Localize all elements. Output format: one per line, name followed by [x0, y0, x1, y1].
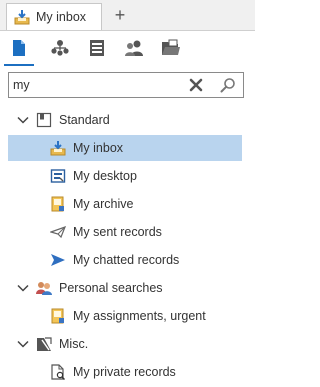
standard-folder-icon — [36, 112, 52, 128]
document-view-button[interactable] — [4, 37, 34, 66]
chevron-down-icon[interactable] — [17, 282, 29, 294]
tree-item-my-assignments-urgent[interactable]: My assignments, urgent — [0, 303, 255, 329]
tree-group-standard[interactable]: Standard — [0, 107, 255, 133]
chat-arrow-icon — [51, 254, 65, 266]
tree-item-my-desktop[interactable]: My desktop — [0, 163, 255, 189]
tab-label: My inbox — [36, 10, 87, 24]
tree-item-my-sent-records[interactable]: My sent records — [0, 219, 255, 245]
folder-icon — [162, 39, 180, 55]
tree-item-label: My assignments, urgent — [73, 309, 206, 323]
tree-item-my-archive[interactable]: My archive — [0, 191, 255, 217]
chevron-down-icon[interactable] — [17, 114, 29, 126]
org-chart-icon — [51, 40, 69, 56]
tree-item-label: My chatted records — [73, 253, 180, 267]
tree-group-label: Misc. — [59, 337, 89, 351]
search-field — [8, 72, 244, 98]
tree-item-label: My sent records — [73, 225, 162, 239]
tab-bar: My inbox + — [0, 0, 255, 31]
personal-searches-icon — [36, 282, 52, 295]
tree-group-personal-searches[interactable]: Personal searches — [0, 275, 255, 301]
close-icon[interactable] — [189, 78, 203, 92]
list-view-button[interactable] — [86, 37, 108, 59]
selection-highlight — [8, 135, 242, 161]
chevron-down-icon[interactable] — [17, 338, 29, 350]
search-input[interactable] — [13, 76, 183, 94]
tab-my-inbox[interactable]: My inbox — [6, 3, 102, 30]
sent-icon — [50, 226, 66, 239]
tree-group-label: Personal searches — [59, 281, 163, 295]
inbox-icon — [50, 141, 66, 156]
tree-item-label: My desktop — [73, 169, 137, 183]
list-icon — [90, 40, 104, 56]
tree-item-label: My inbox — [73, 141, 124, 155]
archive-icon — [51, 196, 64, 212]
tree-item-label: My private records — [73, 365, 176, 379]
tree-item-my-private-records[interactable]: My private records — [0, 359, 255, 385]
search-icon[interactable] — [220, 77, 236, 93]
document-icon — [13, 40, 25, 56]
tree-group-misc[interactable]: Misc. — [0, 331, 255, 357]
toolbar — [0, 31, 255, 66]
add-tab-button[interactable]: + — [110, 4, 130, 26]
tree-group-label: Standard — [59, 113, 110, 127]
tree-item-my-chatted-records[interactable]: My chatted records — [0, 247, 255, 273]
users-view-button[interactable] — [123, 37, 145, 59]
folder-view-button[interactable] — [160, 37, 182, 59]
tree-item-my-inbox[interactable]: My inbox — [0, 135, 255, 161]
assignment-icon — [51, 308, 64, 324]
desktop-icon — [50, 169, 66, 183]
inbox-icon — [14, 10, 30, 25]
private-record-icon — [51, 364, 65, 380]
misc-icon — [37, 337, 52, 351]
users-icon — [125, 40, 143, 56]
tree-item-label: My archive — [73, 197, 134, 211]
org-chart-view-button[interactable] — [49, 37, 71, 59]
